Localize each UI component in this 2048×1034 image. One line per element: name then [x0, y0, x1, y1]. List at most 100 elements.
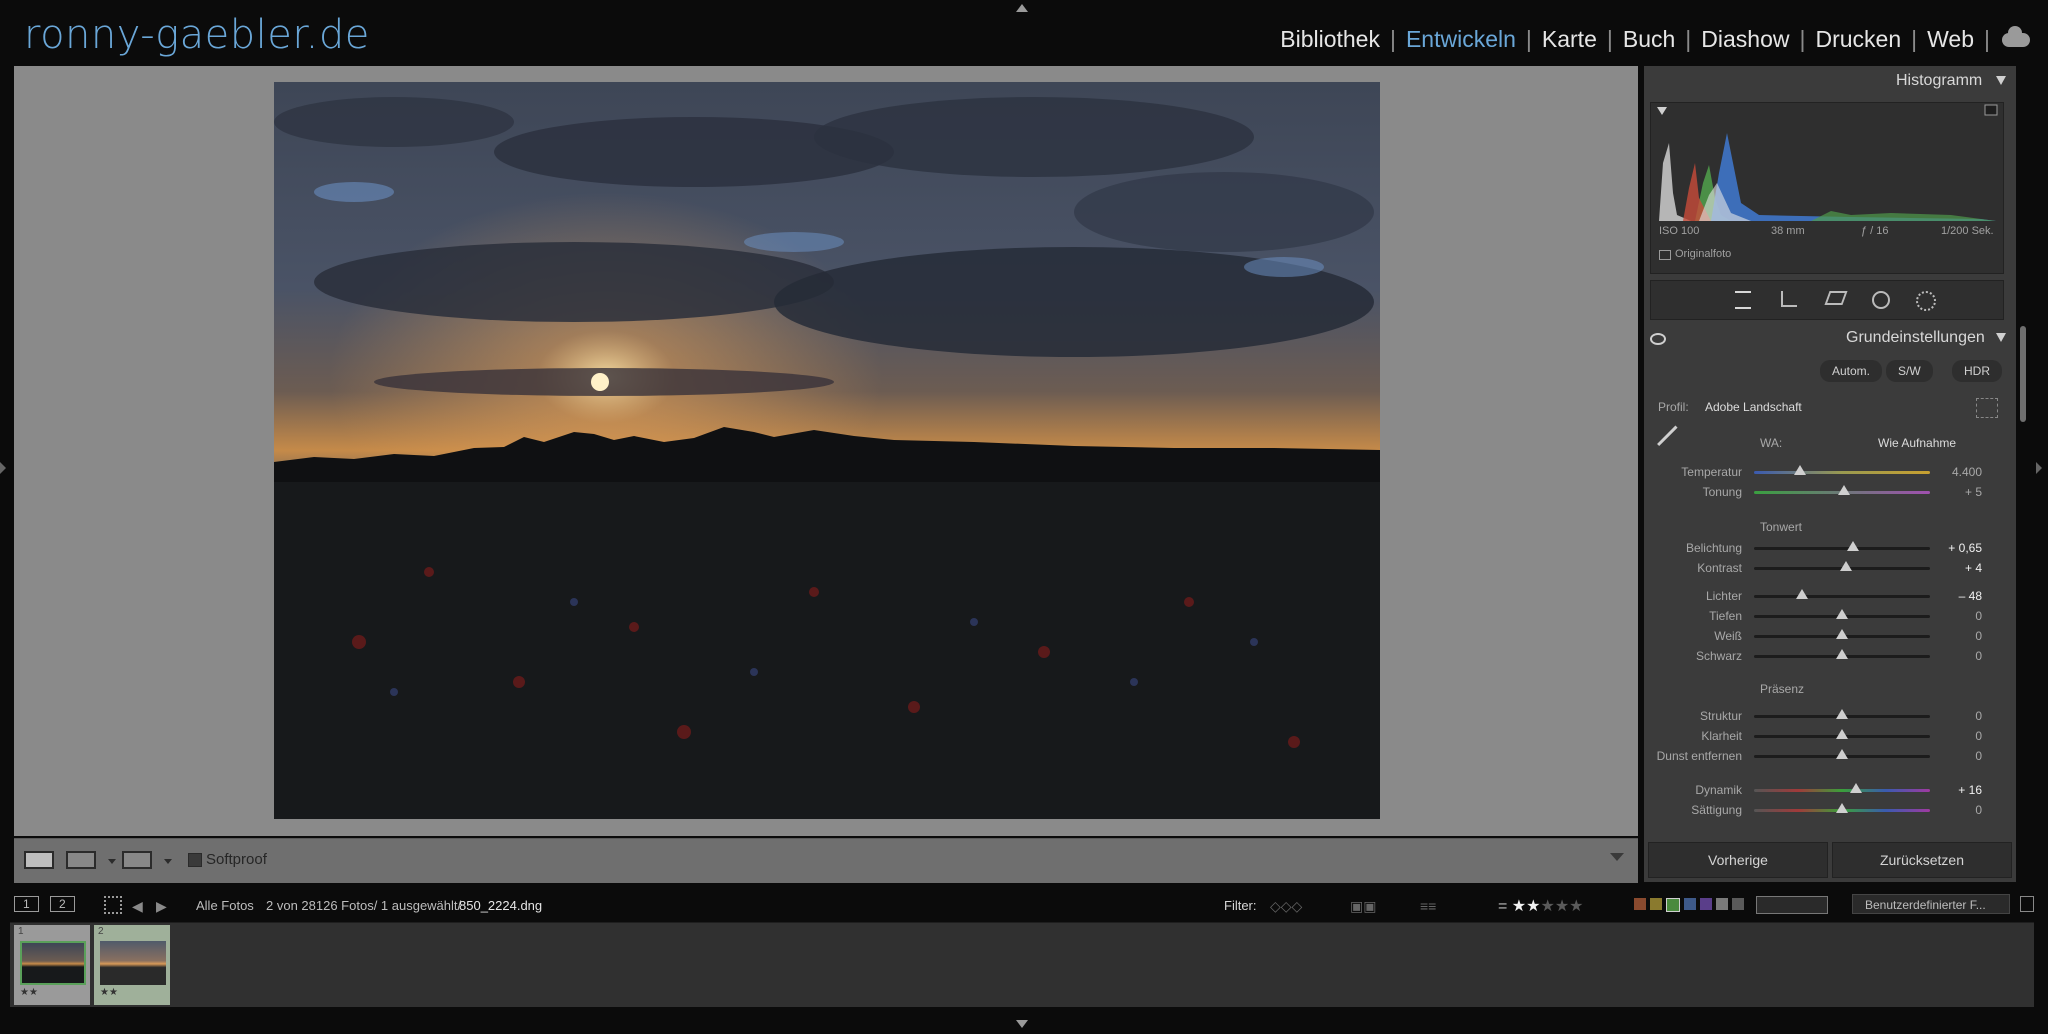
slider-value[interactable]: 0 — [1930, 803, 1982, 817]
filmstrip-thumb[interactable]: 2 ★★ — [94, 925, 170, 1005]
slider-handle[interactable] — [1836, 628, 1848, 639]
rating-star-icon[interactable]: ★ — [1526, 898, 1540, 915]
bw-button[interactable]: S/W — [1886, 360, 1933, 382]
collapse-triangle-icon[interactable] — [1996, 76, 2006, 85]
slider-handle[interactable] — [1836, 648, 1848, 659]
rating-star-icon[interactable]: ★ — [1540, 898, 1554, 915]
adjust-filter-icon[interactable]: ≡≡ — [1420, 898, 1436, 914]
eraser-icon[interactable] — [1824, 291, 1848, 305]
slider-track[interactable] — [1754, 708, 1930, 719]
slider-handle[interactable] — [1850, 782, 1863, 793]
module-web[interactable]: Web — [1917, 26, 1984, 53]
slider-value[interactable]: 0 — [1930, 749, 1982, 763]
profile-browser-icon[interactable] — [1976, 398, 1998, 418]
sliders-icon[interactable] — [1735, 291, 1751, 309]
original-photo-checkbox[interactable] — [1659, 250, 1671, 260]
toolbar-menu-icon[interactable] — [1610, 853, 1624, 861]
filter-preset-select[interactable]: Benutzerdefinierter F... — [1852, 894, 2010, 914]
chevron-down-icon[interactable] — [108, 859, 116, 864]
back-arrow-icon[interactable]: ◀ — [132, 898, 143, 915]
chevron-down-icon[interactable] — [164, 859, 172, 864]
slider-track[interactable] — [1754, 588, 1930, 599]
slider-handle[interactable] — [1837, 484, 1850, 495]
wb-select[interactable]: Wie Aufnahme — [1878, 436, 1956, 450]
auto-button[interactable]: Autom. — [1820, 360, 1883, 382]
swap-before-after-button[interactable] — [122, 851, 152, 869]
histogram-title[interactable]: Histogramm — [1896, 72, 1982, 90]
hide-right-panel-icon[interactable] — [2036, 462, 2042, 474]
color-blue-filter[interactable] — [1684, 898, 1696, 910]
color-green-filter[interactable] — [1666, 898, 1680, 912]
color-none-filter[interactable] — [1716, 898, 1728, 910]
reset-button[interactable]: Zurücksetzen — [1832, 842, 2012, 878]
edit-filter-icon[interactable]: ▣▣ — [1350, 898, 1376, 915]
show-filmstrip-icon[interactable] — [1016, 1020, 1028, 1028]
slider-track[interactable] — [1754, 782, 1930, 793]
slider-value[interactable]: 0 — [1930, 649, 1982, 663]
module-slideshow[interactable]: Diashow — [1691, 26, 1799, 53]
slider-handle[interactable] — [1846, 540, 1859, 551]
slider-value[interactable]: 0 — [1930, 629, 1982, 643]
forward-arrow-icon[interactable]: ▶ — [156, 898, 167, 915]
collapse-triangle-icon[interactable] — [1996, 333, 2006, 342]
source-label[interactable]: Alle Fotos — [196, 898, 254, 913]
slider-track[interactable] — [1754, 748, 1930, 759]
rating-star-icon[interactable]: ★ — [1569, 898, 1583, 915]
flag-filter-icon[interactable]: ◇◇◇ — [1270, 898, 1302, 915]
histogram[interactable]: ISO 100 38 mm ƒ / 16 1/200 Sek. Original… — [1650, 102, 2004, 274]
masking-icon[interactable] — [1916, 291, 1936, 311]
grid-view-icon[interactable] — [104, 896, 122, 914]
slider-value[interactable]: + 5 — [1930, 485, 1982, 499]
basic-panel-title[interactable]: Grundeinstellungen — [1846, 329, 1985, 347]
slider-handle[interactable] — [1839, 560, 1852, 571]
slider-track[interactable] — [1754, 728, 1930, 739]
color-red-filter[interactable] — [1634, 898, 1646, 910]
slider-track[interactable] — [1754, 608, 1930, 619]
slider-handle[interactable] — [1836, 608, 1848, 619]
loupe-view-button[interactable] — [24, 851, 54, 869]
color-yellow-filter[interactable] — [1650, 898, 1662, 910]
slider-track[interactable] — [1754, 464, 1930, 475]
slider-handle[interactable] — [1793, 464, 1806, 475]
show-top-panel-icon[interactable] — [1016, 4, 1028, 12]
filter-lock-icon[interactable] — [2020, 896, 2034, 912]
second-window-button[interactable]: 2 — [50, 896, 75, 912]
panel-scrollbar[interactable] — [2020, 326, 2026, 422]
status-filter-icon[interactable] — [1756, 896, 1828, 914]
slider-track[interactable] — [1754, 484, 1930, 495]
cloud-sync-icon[interactable] — [2002, 25, 2030, 47]
module-library[interactable]: Bibliothek — [1270, 26, 1390, 53]
show-left-panel-icon[interactable] — [0, 462, 6, 474]
slider-handle[interactable] — [1836, 748, 1848, 759]
softproof-checkbox[interactable] — [188, 853, 202, 867]
previous-button[interactable]: Vorherige — [1648, 842, 1828, 878]
slider-track[interactable] — [1754, 628, 1930, 639]
slider-value[interactable]: 0 — [1930, 729, 1982, 743]
slider-value[interactable]: + 4 — [1930, 561, 1982, 575]
red-eye-icon[interactable] — [1872, 291, 1890, 309]
module-book[interactable]: Buch — [1613, 26, 1685, 53]
module-print[interactable]: Drucken — [1805, 26, 1911, 53]
slider-value[interactable]: 0 — [1930, 709, 1982, 723]
main-window-button[interactable]: 1 — [14, 896, 39, 912]
color-other-filter[interactable] — [1732, 898, 1744, 910]
slider-track[interactable] — [1754, 802, 1930, 813]
slider-handle[interactable] — [1836, 802, 1848, 813]
slider-value[interactable]: 0 — [1930, 609, 1982, 623]
eye-icon[interactable] — [1650, 333, 1666, 345]
slider-handle[interactable] — [1795, 588, 1808, 599]
hdr-button[interactable]: HDR — [1952, 360, 2002, 382]
crop-icon[interactable] — [1781, 291, 1797, 307]
color-purple-filter[interactable] — [1700, 898, 1712, 910]
slider-track[interactable] — [1754, 540, 1930, 551]
before-after-button[interactable] — [66, 851, 96, 869]
slider-value[interactable]: + 16 — [1930, 783, 1982, 797]
filmstrip-thumb[interactable]: 1 ★★ — [14, 925, 90, 1005]
slider-handle[interactable] — [1836, 708, 1848, 719]
rating-star-icon[interactable]: ★ — [1512, 898, 1526, 915]
photo-preview[interactable] — [274, 82, 1380, 819]
slider-value[interactable]: + 0,65 — [1930, 541, 1982, 555]
module-map[interactable]: Karte — [1532, 26, 1607, 53]
slider-handle[interactable] — [1836, 728, 1848, 739]
slider-track[interactable] — [1754, 560, 1930, 571]
